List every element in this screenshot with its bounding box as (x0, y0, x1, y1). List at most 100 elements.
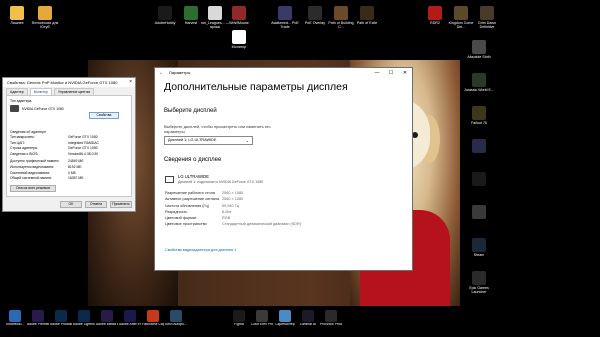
monitor-name: LG ULTRAWIDE (178, 174, 209, 179)
minimize-icon[interactable]: — (370, 68, 384, 78)
shortcut-label: Adobe Media Encoder 2020 (96, 323, 118, 326)
window-controls: — ☐ ✕ (370, 68, 412, 78)
desktop-shortcut[interactable]: Epic Games Launcher (464, 271, 494, 294)
row-key: Общей системной памяти: (10, 176, 52, 181)
desktop-shortcut[interactable]: Luminar AI (297, 310, 319, 327)
desktop-shortcut[interactable]: Adobe Photoshop... (50, 310, 72, 327)
desktop-shortcut[interactable]: Jurassic World E... (464, 73, 494, 92)
desktop-shortcut[interactable]: Path of Exile (352, 6, 382, 25)
desktop-shortcut[interactable] (464, 205, 494, 220)
list-modes-button[interactable]: Список всех режимов (10, 184, 56, 192)
tab-adapter[interactable]: Адаптер (6, 88, 28, 95)
app-icon (55, 310, 67, 322)
desktop-shortcut[interactable]: Figma (228, 310, 250, 327)
desktop-shortcut[interactable] (464, 172, 494, 187)
display-info-table: Разрешение рабочего стола 2560 × 1080 Акти… (165, 190, 315, 228)
shortcut-label: Adobe Premiere P... (27, 323, 49, 326)
desktop-shortcut[interactable]: Awakened... PoE Trade (270, 6, 300, 29)
desktop-shortcut[interactable]: Absolute Sloth (464, 40, 494, 59)
shortcut-label: Path of Exile (356, 21, 378, 25)
app-icon (472, 106, 486, 120)
properties-button[interactable]: Свойства (89, 112, 119, 119)
monitor-connection: Дисплей 1: подключен к NVIDIA GeForce GT… (178, 180, 264, 184)
dialog-title: Свойства: Generic PnP Monitor и NVIDIA G… (7, 80, 118, 85)
shortcut-label: Figma (234, 323, 244, 326)
close-icon[interactable]: ✕ (398, 68, 412, 78)
monitor-desktop-icon[interactable]: Монитор (224, 30, 254, 49)
ok-button[interactable]: OK (60, 201, 82, 208)
shortcut-label: Лишнее (10, 21, 24, 25)
shortcut-label: Steam (473, 253, 485, 257)
app-icon (472, 139, 486, 153)
app-icon (334, 6, 348, 20)
desktop-shortcut[interactable]: ProShow Producer (320, 310, 342, 327)
desktop-shortcut[interactable]: Adobe Media Encoder 2020 (96, 310, 118, 327)
app-icon (472, 73, 486, 87)
page-title: Дополнительные параметры дисплея (164, 81, 348, 93)
shortcut-label: Awakened... PoE Trade (271, 21, 299, 30)
desktop-shortcut[interactable]: SmartMou... (4, 310, 26, 327)
app-icon (279, 310, 291, 322)
display-select-value: Дисплей 1: LG ULTRAWIDE (168, 138, 217, 142)
desktop-shortcut[interactable]: Скриншотер (274, 310, 296, 327)
device-name: NVIDIA GeForce GTX 1080 (22, 106, 64, 111)
adapter-properties-dialog: Свойства: Generic PnP Monitor и NVIDIA G… (2, 77, 136, 212)
settings-window: ← Параметры — ☐ ✕ Дополнительные парамет… (154, 67, 413, 271)
shortcut-label: WoWMouse (229, 21, 249, 25)
shortcut-label: FastStone Capture (142, 323, 164, 326)
app-icon (472, 271, 486, 285)
desktop-shortcut[interactable]: WoWMouse (224, 6, 254, 25)
desktop-shortcut[interactable]: Steam (464, 238, 494, 257)
chevron-down-icon: ⌄ (245, 138, 249, 143)
desktop-shortcut[interactable]: Adobe Premiere P... (27, 310, 49, 327)
display-info-heading: Сведения о дисплее (164, 157, 222, 163)
desktop-shortcut[interactable]: Adobe After Effects... (119, 310, 141, 327)
shortcut-label: ProShow Producer (320, 323, 342, 326)
settings-titlebar: ← Параметры — ☐ ✕ (155, 68, 412, 78)
adapter-info: Сведения об адаптере Тип микросхем: GeFor… (10, 128, 128, 192)
desktop-shortcut[interactable]: Color Efex Pro 4 (251, 310, 273, 327)
shortcut-label: Adobe Lightroo... (73, 323, 95, 326)
app-icon (101, 310, 113, 322)
desktop-shortcut[interactable] (464, 139, 494, 154)
shortcut-label: Epic Games Launcher (469, 286, 489, 295)
shortcut-label: Absolute Sloth (467, 55, 491, 59)
app-icon (472, 40, 486, 54)
app-icon (38, 6, 52, 20)
memory-info-row: Общей системной памяти: 16357 МБ (10, 176, 128, 182)
desktop-shortcut[interactable]: FastStone Capture (142, 310, 164, 327)
app-icon (147, 310, 159, 322)
shortcut-label: Grim Dawn Definitive (478, 21, 496, 30)
shortcut-label: Jurassic World E... (464, 88, 494, 92)
app-icon (308, 6, 322, 20)
desktop-shortcut[interactable]: Фотосессия для Ютуб (30, 6, 60, 29)
desktop-shortcut[interactable]: Grim Dawn Definitive (472, 6, 502, 29)
app-icon (184, 6, 198, 20)
tab-color-management[interactable]: Управление цветом (53, 88, 94, 95)
maximize-icon[interactable]: ☐ (384, 68, 398, 78)
display-info-row: Цветовое пространство Стандартный динамич… (165, 221, 315, 227)
app-icon (32, 310, 44, 322)
dialog-panel: Тип адаптера NVIDIA GeForce GTX 1080 Сво… (6, 95, 132, 197)
cancel-button[interactable]: Отмена (85, 201, 107, 208)
app-icon (170, 310, 182, 322)
tab-monitor[interactable]: Монитор (29, 88, 52, 95)
desktop-shortcut[interactable]: Kelvi Autopo... (165, 310, 187, 327)
app-icon (256, 310, 268, 322)
row-value: 16357 МБ (68, 176, 84, 181)
desktop-shortcut[interactable]: Fallout 76 (464, 106, 494, 125)
close-icon[interactable]: × (129, 78, 132, 87)
back-arrow-icon[interactable]: ← (159, 68, 164, 78)
dialog-buttons: OK Отмена Применить (60, 201, 132, 208)
apply-button[interactable]: Применить (110, 201, 132, 208)
app-icon (472, 172, 486, 186)
row-key: Цветовое пространство (165, 222, 207, 227)
row-value: Version86.4.38.0.90 (68, 151, 99, 156)
app-icon (302, 310, 314, 322)
app-icon (233, 310, 245, 322)
adapter-properties-link[interactable]: Свойства видеоадаптера для дисплея 1 (165, 248, 236, 252)
app-icon (278, 6, 292, 20)
desktop-shortcut[interactable]: Adobe Lightroo... (73, 310, 95, 327)
desktop-shortcut[interactable]: Лишнее (2, 6, 32, 25)
display-select[interactable]: Дисплей 1: LG ULTRAWIDE ⌄ (164, 136, 253, 145)
